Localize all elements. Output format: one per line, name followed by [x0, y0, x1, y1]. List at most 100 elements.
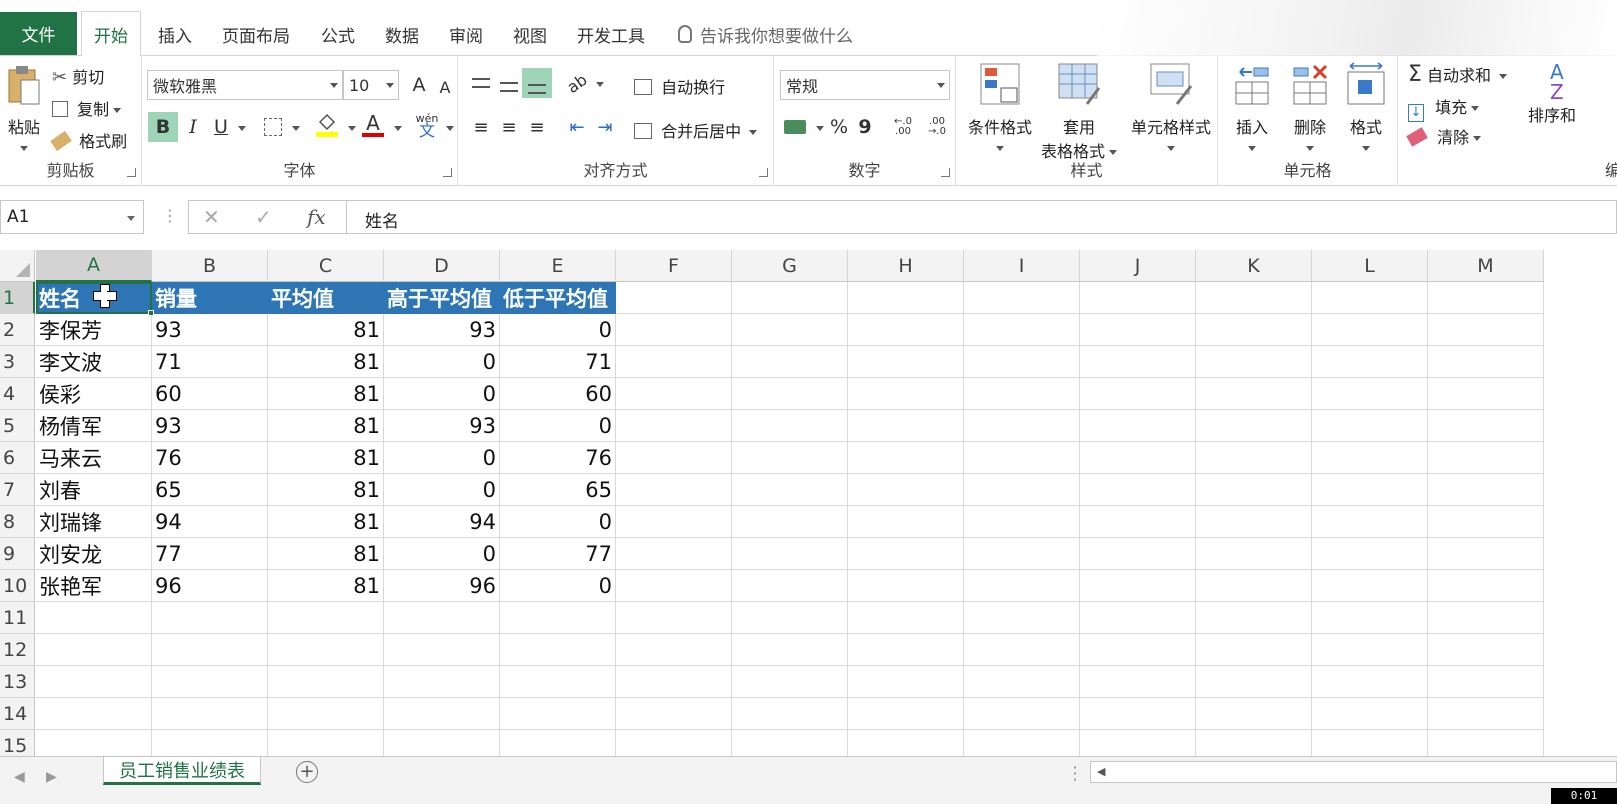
cell-j3[interactable]: [1080, 346, 1196, 378]
cell-e8[interactable]: 0: [500, 506, 616, 538]
cell-i7[interactable]: [964, 474, 1080, 506]
cell-h12[interactable]: [848, 634, 964, 666]
row-header-10[interactable]: 10: [0, 570, 35, 602]
cell-l11[interactable]: [1312, 602, 1428, 634]
cell-l3[interactable]: [1312, 346, 1428, 378]
cell-i14[interactable]: [964, 698, 1080, 730]
cell-b13[interactable]: [152, 666, 268, 698]
cell-h11[interactable]: [848, 602, 964, 634]
cell-g8[interactable]: [732, 506, 848, 538]
cell-c8[interactable]: 81: [268, 506, 384, 538]
name-box-dropdown-icon[interactable]: [127, 216, 135, 221]
tab-formulas[interactable]: 公式: [321, 12, 355, 56]
cell-b2[interactable]: 93: [152, 314, 268, 346]
cell-b4[interactable]: 60: [152, 378, 268, 410]
cell-j1[interactable]: [1080, 282, 1196, 314]
cell-h6[interactable]: [848, 442, 964, 474]
cell-e4[interactable]: 60: [500, 378, 616, 410]
cell-f7[interactable]: [616, 474, 732, 506]
tab-data[interactable]: 数据: [385, 12, 419, 56]
cell-f5[interactable]: [616, 410, 732, 442]
cell-l1[interactable]: [1312, 282, 1428, 314]
cell-e2[interactable]: 0: [500, 314, 616, 346]
cell-d8[interactable]: 94: [384, 506, 500, 538]
phonetic-dropdown-icon[interactable]: [446, 126, 454, 131]
cell-a11[interactable]: [36, 602, 152, 634]
cell-a14[interactable]: [36, 698, 152, 730]
tab-view[interactable]: 视图: [513, 12, 547, 56]
cell-j2[interactable]: [1080, 314, 1196, 346]
cell-i3[interactable]: [964, 346, 1080, 378]
cell-f4[interactable]: [616, 378, 732, 410]
cell-i15[interactable]: [964, 730, 1080, 756]
cell-g9[interactable]: [732, 538, 848, 570]
number-format-combo[interactable]: 常规: [780, 70, 950, 100]
cell-c14[interactable]: [268, 698, 384, 730]
cell-styles-button[interactable]: 单元格样式: [1124, 62, 1218, 157]
cell-b5[interactable]: 93: [152, 410, 268, 442]
cell-h9[interactable]: [848, 538, 964, 570]
cell-l2[interactable]: [1312, 314, 1428, 346]
row-header-8[interactable]: 8: [0, 506, 35, 538]
wrap-text-button[interactable]: 自动换行: [634, 74, 725, 98]
number-launcher-icon[interactable]: [941, 168, 950, 177]
select-all-button[interactable]: [0, 250, 35, 282]
sort-filter-button[interactable]: AZ 排序和: [1524, 62, 1617, 126]
cell-d11[interactable]: [384, 602, 500, 634]
cell-h1[interactable]: [848, 282, 964, 314]
cell-f10[interactable]: [616, 570, 732, 602]
cell-g10[interactable]: [732, 570, 848, 602]
cell-d6[interactable]: 0: [384, 442, 500, 474]
cell-e12[interactable]: [500, 634, 616, 666]
cell-j13[interactable]: [1080, 666, 1196, 698]
cell-g13[interactable]: [732, 666, 848, 698]
cell-k11[interactable]: [1196, 602, 1312, 634]
font-color-dropdown-icon[interactable]: [394, 126, 402, 131]
cell-j7[interactable]: [1080, 474, 1196, 506]
cell-d7[interactable]: 0: [384, 474, 500, 506]
font-name-combo[interactable]: 微软雅黑: [147, 70, 343, 100]
cell-a3[interactable]: 李文波: [36, 346, 152, 378]
fill-button[interactable]: ↓ 填充: [1408, 94, 1480, 122]
orientation-dropdown-icon[interactable]: [596, 82, 604, 87]
font-color-button[interactable]: A: [358, 110, 388, 140]
cell-e3[interactable]: 71: [500, 346, 616, 378]
italic-button[interactable]: I: [178, 112, 208, 142]
worksheet-grid[interactable]: ABCDEFGHIJKLM 1 2 3 4 5 6 7 8 9 10 11 12 13 14 15 姓名 销量…: [0, 250, 1617, 756]
cell-k3[interactable]: [1196, 346, 1312, 378]
font-launcher-icon[interactable]: [443, 168, 452, 177]
cell-m10[interactable]: [1428, 570, 1544, 602]
tab-split-grip-icon[interactable]: ⋮: [1066, 763, 1084, 784]
cell-g2[interactable]: [732, 314, 848, 346]
column-header-c[interactable]: C: [268, 250, 384, 282]
cell-j12[interactable]: [1080, 634, 1196, 666]
cell-h3[interactable]: [848, 346, 964, 378]
cell-m11[interactable]: [1428, 602, 1544, 634]
cell-m15[interactable]: [1428, 730, 1544, 756]
cell-f15[interactable]: [616, 730, 732, 756]
cell-k1[interactable]: [1196, 282, 1312, 314]
accounting-format-button[interactable]: [780, 112, 810, 142]
cell-b9[interactable]: 77: [152, 538, 268, 570]
orientation-button[interactable]: ab: [562, 68, 592, 98]
cell-d15[interactable]: [384, 730, 500, 756]
cell-f3[interactable]: [616, 346, 732, 378]
clipboard-launcher-icon[interactable]: [127, 168, 136, 177]
row-header-11[interactable]: 11: [0, 602, 35, 634]
cell-m4[interactable]: [1428, 378, 1544, 410]
cell-m8[interactable]: [1428, 506, 1544, 538]
cell-j5[interactable]: [1080, 410, 1196, 442]
name-box[interactable]: A1: [0, 200, 144, 234]
add-sheet-icon[interactable]: +: [296, 761, 318, 783]
font-size-combo[interactable]: 10: [343, 70, 399, 100]
cell-g14[interactable]: [732, 698, 848, 730]
cell-j14[interactable]: [1080, 698, 1196, 730]
cell-i12[interactable]: [964, 634, 1080, 666]
cell-d1[interactable]: 高于平均值: [384, 282, 500, 314]
cell-a7[interactable]: 刘春: [36, 474, 152, 506]
row-header-9[interactable]: 9: [0, 538, 35, 570]
cell-e6[interactable]: 76: [500, 442, 616, 474]
column-header-l[interactable]: L: [1312, 250, 1428, 282]
cell-g5[interactable]: [732, 410, 848, 442]
cell-j8[interactable]: [1080, 506, 1196, 538]
